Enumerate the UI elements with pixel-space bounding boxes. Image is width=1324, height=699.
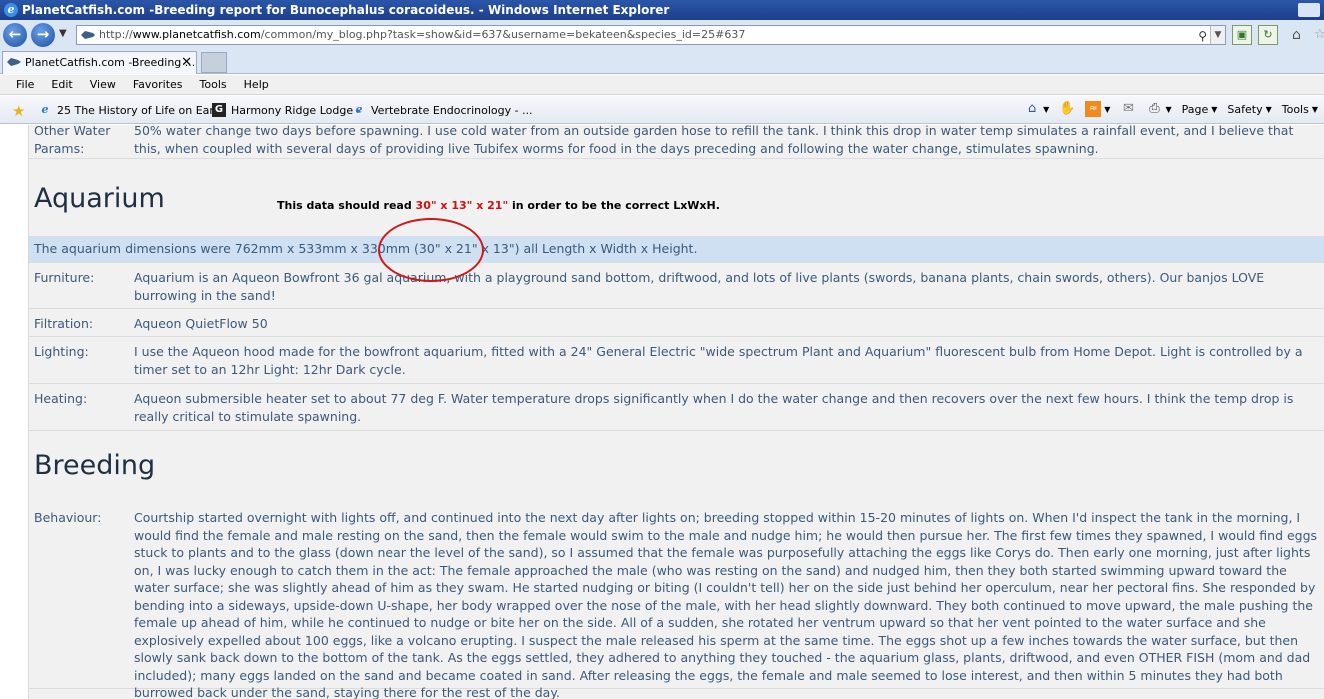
favorite-link[interactable]: e Vertebrate Endocrinology - ...: [352, 103, 533, 117]
favorites-star-icon[interactable]: ★: [12, 102, 25, 120]
back-button[interactable]: ←: [3, 23, 27, 47]
print-button[interactable]: ⎙ ▼: [1146, 101, 1171, 117]
hand-button[interactable]: ✋: [1059, 101, 1075, 117]
close-tab-icon[interactable]: ✕: [181, 52, 192, 73]
annotation-highlight: 30" x 13" x 21": [415, 199, 509, 212]
row-label: Heating:: [34, 391, 88, 406]
row-heating: Heating: Aqueon submersible heater set t…: [29, 385, 1324, 431]
menu-view[interactable]: View: [90, 78, 116, 91]
command-bar: ⌂ ▼ ✋ ≈ ▼ ✉ ⎙ ▼ Page ▼ Safety ▼ Tools ▼: [1014, 101, 1318, 117]
recent-pages-dropdown-icon[interactable]: ▼: [59, 28, 67, 39]
compatibility-view-button[interactable]: ▣: [1232, 25, 1252, 45]
row-lighting: Lighting: I use the Aqueon hood made for…: [29, 338, 1324, 384]
menu-edit[interactable]: Edit: [51, 78, 72, 91]
fish-site-icon: [81, 31, 95, 39]
navigation-bar: ← → ▼ http://www.planetcatfish.com/commo…: [0, 20, 1324, 50]
window-title: PlanetCatfish.com -Breeding report for B…: [22, 3, 670, 17]
address-bar[interactable]: http://www.planetcatfish.com/common/my_b…: [76, 25, 1226, 45]
search-icon[interactable]: ⚲: [1198, 27, 1207, 45]
printer-icon: ⎙: [1149, 101, 1160, 116]
page-viewport: Other Water Params: 50% water change two…: [0, 125, 1324, 699]
favorite-label: Vertebrate Endocrinology - ...: [371, 103, 533, 117]
annotation-circle: [378, 218, 484, 282]
refresh-button[interactable]: ↻: [1258, 25, 1278, 45]
label-line: Other Water: [34, 125, 111, 138]
feeds-button[interactable]: ≈ ▼: [1085, 101, 1110, 117]
row-value: Courtship started overnight with lights …: [134, 510, 1318, 699]
row-other-water-params: Other Water Params: 50% water change two…: [29, 125, 1324, 159]
row-furniture: Furniture: Aquarium is an Aqueon Bowfron…: [29, 264, 1324, 309]
row-value: 50% water change two days before spawnin…: [134, 125, 1294, 156]
url-host: www.planetcatfish.com: [132, 28, 261, 41]
url-path: /common/my_blog.php?task=show&id=637&use…: [260, 28, 746, 41]
annotation-note: This data should read 30" x 13" x 21" in…: [277, 197, 720, 215]
g-icon: G: [212, 103, 226, 117]
ie-icon: e: [41, 103, 49, 116]
safety-menu-label: Safety: [1227, 102, 1263, 116]
mail-icon: ✉: [1122, 101, 1134, 116]
fish-site-icon: [7, 58, 21, 66]
forward-button[interactable]: →: [31, 23, 55, 47]
safety-menu-button[interactable]: Safety ▼: [1227, 103, 1271, 116]
breeding-report: Other Water Params: 50% water change two…: [28, 125, 1324, 699]
row-label: Other Water Params:: [34, 125, 129, 157]
menu-favorites[interactable]: Favorites: [133, 78, 183, 91]
row-filtration: Filtration: Aqueon QuietFlow 50: [29, 310, 1324, 337]
breeding-heading: Breeding: [34, 450, 156, 481]
home-icon: ⌂: [1027, 101, 1037, 116]
row-value: I use the Aqueon hood made for the bowfr…: [134, 344, 1303, 377]
url-prefix: http://: [99, 28, 133, 41]
row-value: Aqueon QuietFlow 50: [134, 316, 268, 331]
tools-menu-button[interactable]: Tools ▼: [1282, 103, 1318, 116]
new-tab-button[interactable]: [201, 52, 227, 73]
address-dropdown-icon[interactable]: ▼: [1210, 26, 1225, 44]
menu-bar: File Edit View Favorites Tools Help: [0, 75, 1324, 95]
aquarium-heading: Aquarium: [34, 183, 165, 214]
row-label: Filtration:: [34, 316, 94, 331]
annotation-text: This data should read: [277, 199, 416, 212]
home-button[interactable]: ⌂ ▼: [1024, 101, 1049, 117]
window-title-bar: e PlanetCatfish.com -Breeding report for…: [0, 0, 1324, 20]
row-label: Lighting:: [34, 344, 89, 359]
menu-tools[interactable]: Tools: [200, 78, 227, 91]
tab-label: PlanetCatfish.com -Breeding ...: [25, 56, 196, 69]
favorite-label: 25 The History of Life on Earth: [57, 103, 226, 117]
row-behaviour: Behaviour: Courtship started overnight w…: [29, 504, 1324, 699]
favorite-link[interactable]: G Harmony Ridge Lodge -: [212, 103, 361, 117]
left-margin: [0, 125, 16, 699]
dimensions-text: The aquarium dimensions were 762mm x 533…: [34, 241, 698, 256]
row-label: Behaviour:: [34, 510, 102, 525]
page-menu-label: Page: [1181, 102, 1209, 116]
tab-strip: PlanetCatfish.com -Breeding ... ✕: [0, 50, 1324, 74]
tools-menu-label: Tools: [1281, 102, 1309, 116]
row-value: Aqueon submersible heater set to about 7…: [134, 391, 1294, 424]
mail-button[interactable]: ✉: [1120, 101, 1136, 117]
menu-help[interactable]: Help: [244, 78, 269, 91]
favorite-link[interactable]: e 25 The History of Life on Earth: [38, 103, 226, 117]
favorite-label: Harmony Ridge Lodge -: [231, 103, 361, 117]
row-dimensions: The aquarium dimensions were 762mm x 533…: [29, 236, 1324, 263]
annotation-text: in order to be the correct LxWxH.: [508, 199, 720, 212]
hand-icon: ✋: [1059, 101, 1076, 116]
home-icon[interactable]: ⌂: [1292, 27, 1301, 43]
row-value: Aquarium is an Aqueon Bowfront 36 gal aq…: [134, 270, 1265, 303]
ie-icon: e: [355, 103, 363, 116]
rss-icon: ≈: [1085, 101, 1102, 117]
tab-planetcatfish[interactable]: PlanetCatfish.com -Breeding ... ✕: [2, 51, 197, 74]
minimize-button[interactable]: [1298, 3, 1320, 17]
ie-logo-icon: e: [4, 3, 18, 17]
favorites-star-icon[interactable]: ☆: [1314, 27, 1324, 42]
favorites-bar: ★ e 25 The History of Life on Earth G Ha…: [0, 96, 1324, 124]
row-label: Furniture:: [34, 270, 95, 285]
page-menu-button[interactable]: Page ▼: [1182, 103, 1218, 116]
menu-file[interactable]: File: [16, 78, 34, 91]
label-line: Params:: [34, 140, 85, 156]
